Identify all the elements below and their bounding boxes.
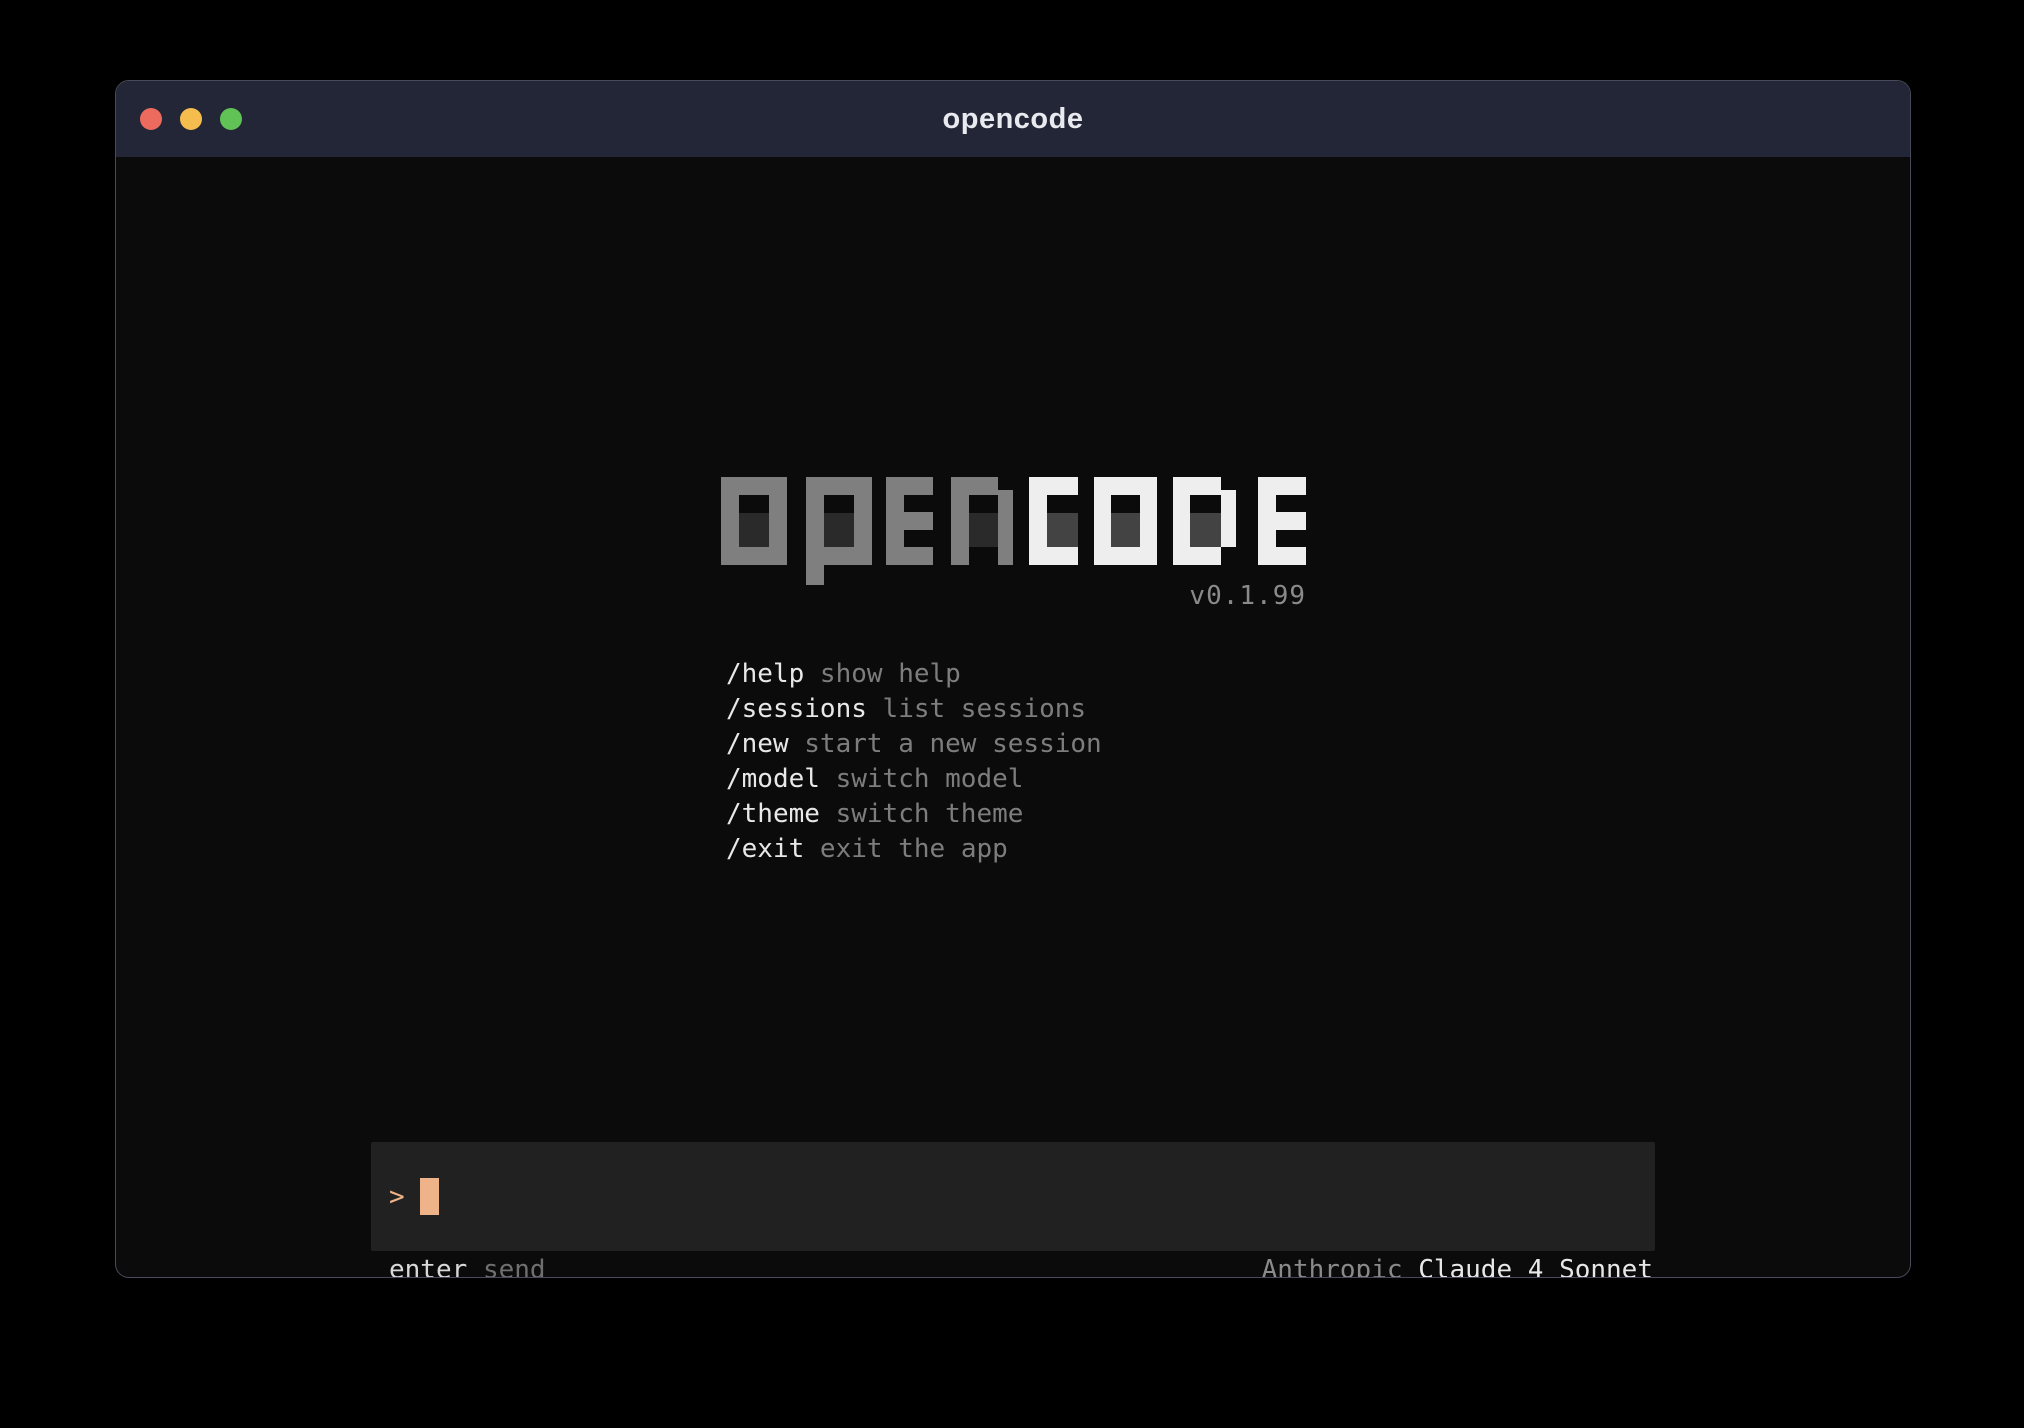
text-cursor [420,1178,439,1215]
window-title: opencode [943,103,1084,136]
command-help-row: /new start a new session [726,727,1102,762]
command-description: list sessions [867,694,1086,724]
command-name: /help [726,659,804,689]
version-label: v0.1.99 [721,581,1306,611]
prompt-input[interactable]: > [371,1142,1655,1251]
model-provider: Anthropic [1262,1255,1403,1278]
terminal-content: v0.1.99 /help show help/sessions list se… [116,157,1910,1278]
traffic-light-buttons [140,81,242,157]
command-name: /new [726,729,789,759]
command-description: start a new session [789,729,1102,759]
status-bar: enter send Anthropic Claude 4 Sonnet [371,1255,1655,1278]
desktop: { "window": { "title": "opencode" }, "ti… [0,0,2024,1428]
command-description: exit the app [804,834,1008,864]
model-name: Claude 4 Sonnet [1418,1255,1653,1278]
command-name: /theme [726,799,820,829]
command-description: switch theme [820,799,1024,829]
minimize-button[interactable] [180,108,202,130]
keybind-action: send [483,1255,546,1278]
keybind-hint: enter send [389,1255,546,1278]
command-description: show help [804,659,961,689]
opencode-terminal-window: opencode v0.1.99 /help show help/session… [115,80,1911,1278]
zoom-button[interactable] [220,108,242,130]
command-help-row: /sessions list sessions [726,692,1102,727]
command-help-row: /model switch model [726,762,1102,797]
command-help-row: /exit exit the app [726,832,1102,867]
command-description: switch model [820,764,1024,794]
command-name: /sessions [726,694,867,724]
command-help-row: /help show help [726,657,1102,692]
close-button[interactable] [140,108,162,130]
model-indicator: Anthropic Claude 4 Sonnet [1262,1255,1653,1278]
command-name: /model [726,764,820,794]
command-name: /exit [726,834,804,864]
command-help-row: /theme switch theme [726,797,1102,832]
window-titlebar[interactable]: opencode [116,81,1910,157]
prompt-caret-symbol: > [389,1182,405,1212]
opencode-logo [721,477,1306,587]
command-help-list: /help show help/sessions list sessions/n… [726,657,1102,867]
keybind-key: enter [389,1255,467,1278]
